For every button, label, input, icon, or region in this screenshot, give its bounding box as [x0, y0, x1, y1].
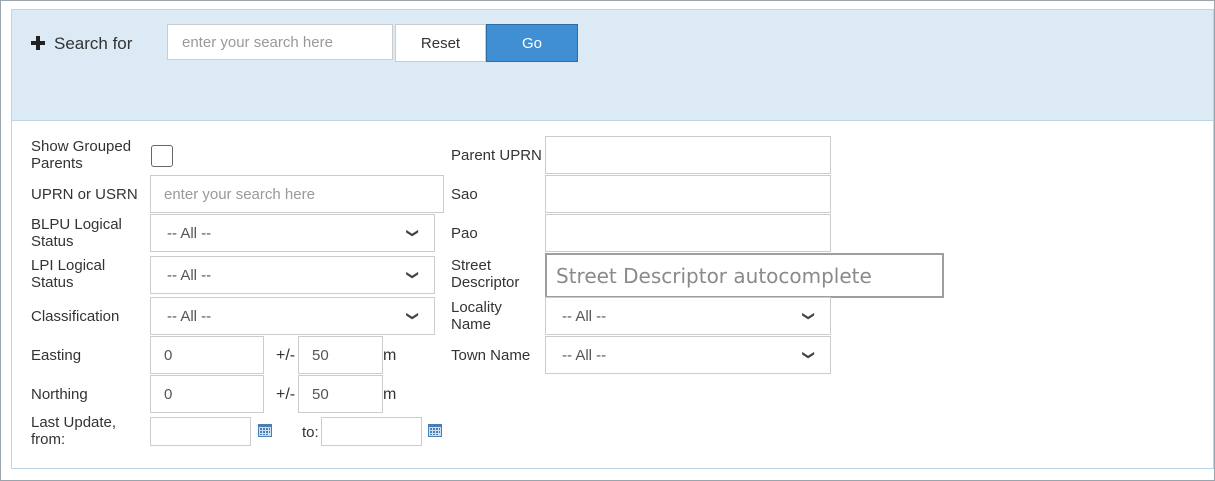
pao-label: Pao — [451, 225, 478, 242]
last-update-from-input[interactable] — [150, 417, 251, 446]
northing-tolerance-input[interactable] — [298, 375, 383, 413]
town-name-select[interactable]: -- All -- ❯ — [545, 336, 831, 374]
parent-uprn-input[interactable] — [545, 136, 831, 174]
northing-input[interactable] — [150, 375, 264, 413]
last-update-label: Last Update, from: — [31, 414, 117, 448]
reset-button[interactable]: Reset — [395, 24, 486, 62]
locality-name-value: -- All -- — [562, 307, 607, 325]
blpu-logical-status-select[interactable]: -- All -- ❯ — [150, 214, 435, 252]
chevron-down-icon: ❯ — [801, 310, 816, 322]
search-window: Search for Reset Go Show Grouped Parents… — [0, 0, 1215, 481]
lpi-logical-status-select[interactable]: -- All -- ❯ — [150, 256, 435, 294]
easting-tolerance-input[interactable] — [298, 336, 383, 374]
search-panel: Search for Reset Go Show Grouped Parents… — [11, 9, 1214, 469]
sao-label: Sao — [451, 186, 478, 203]
chevron-down-icon: ❯ — [405, 310, 420, 322]
pao-input[interactable] — [545, 214, 831, 252]
calendar-icon[interactable] — [428, 423, 442, 437]
uprn-usrn-input[interactable] — [150, 175, 444, 213]
classification-select[interactable]: -- All -- ❯ — [150, 297, 435, 335]
northing-unit: m — [383, 386, 397, 403]
blpu-logical-status-value: -- All -- — [167, 224, 212, 242]
street-descriptor-autocomplete[interactable] — [545, 253, 944, 298]
search-header: Search for Reset Go — [12, 10, 1213, 121]
locality-name-select[interactable]: -- All -- ❯ — [545, 297, 831, 335]
locality-name-label: Locality Name — [451, 299, 502, 333]
search-title: Search for — [54, 34, 133, 53]
northing-label: Northing — [31, 386, 88, 403]
show-grouped-parents-checkbox[interactable] — [151, 145, 173, 167]
easting-tolerance-label: +/- — [276, 347, 296, 364]
lpi-logical-status-label: LPI Logical Status — [31, 257, 106, 291]
calendar-icon[interactable] — [258, 423, 272, 437]
easting-input[interactable] — [150, 336, 264, 374]
search-input[interactable] — [167, 24, 393, 60]
last-update-to-input[interactable] — [321, 417, 422, 446]
town-name-value: -- All -- — [562, 346, 607, 364]
uprn-usrn-label: UPRN or USRN — [31, 186, 138, 203]
show-grouped-parents-label: Show Grouped Parents — [31, 138, 132, 172]
classification-value: -- All -- — [167, 307, 212, 325]
easting-unit: m — [383, 347, 397, 364]
go-button[interactable]: Go — [486, 24, 578, 62]
northing-tolerance-label: +/- — [276, 386, 296, 403]
town-name-label: Town Name — [451, 347, 531, 364]
chevron-down-icon: ❯ — [405, 227, 420, 239]
parent-uprn-label: Parent UPRN — [451, 147, 542, 164]
blpu-logical-status-label: BLPU Logical Status — [31, 216, 122, 250]
street-descriptor-label: Street Descriptor — [451, 257, 520, 291]
lpi-logical-status-value: -- All -- — [167, 266, 212, 284]
chevron-down-icon: ❯ — [801, 349, 816, 361]
sao-input[interactable] — [545, 175, 831, 213]
plus-icon[interactable] — [30, 35, 46, 51]
classification-label: Classification — [31, 308, 120, 325]
to-label: to: — [302, 424, 319, 441]
chevron-down-icon: ❯ — [405, 269, 420, 281]
easting-label: Easting — [31, 347, 82, 364]
